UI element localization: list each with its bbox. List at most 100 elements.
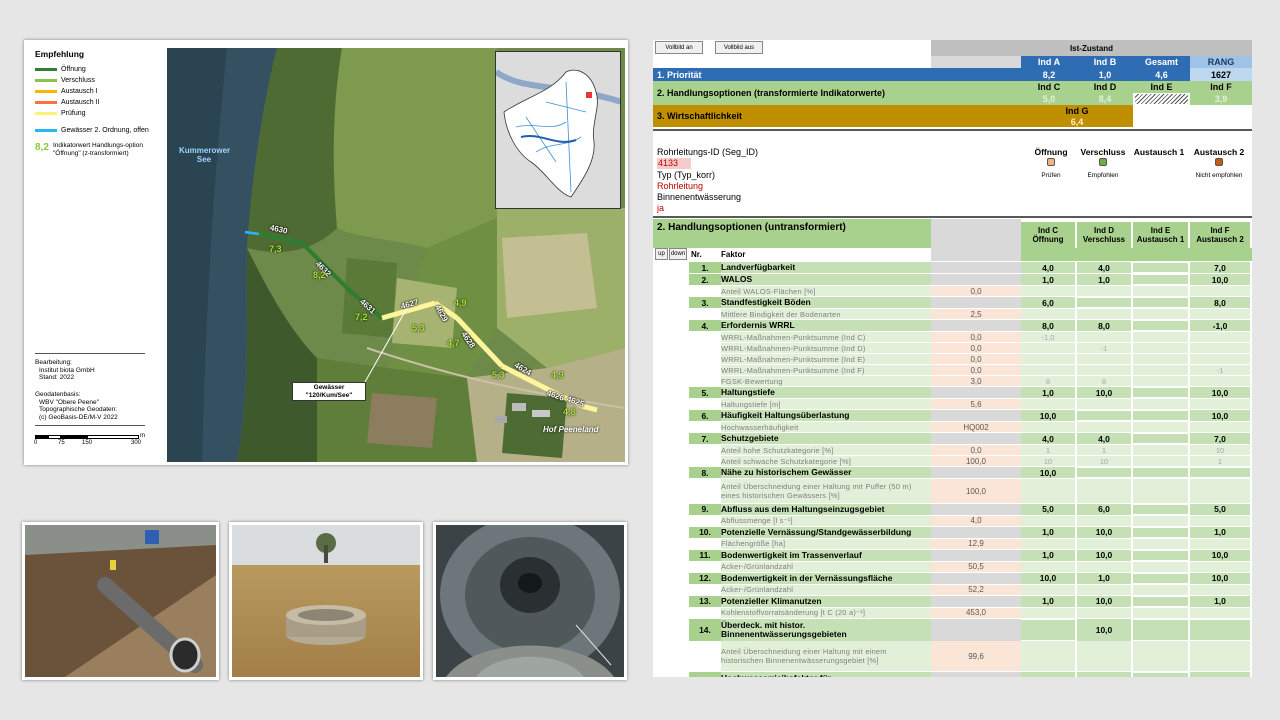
table-row[interactable]: WRRL-Maßnahmen-Punktsumme (Ind C) 0,0 -1,0 <box>653 332 1252 343</box>
table-row[interactable]: 8. Nähe zu historischem Gewässer 10,0 <box>653 467 1252 479</box>
row-faktor-name: Anteil Überschneidung einer Haltung mit … <box>721 482 912 500</box>
option-name: Austausch 1 <box>1133 147 1185 157</box>
table-row[interactable]: 6. Häufigkeit Haltungsüberlastung 10,0 10,0 <box>653 410 1252 422</box>
untrans-col-ind: Ind C <box>1038 226 1058 235</box>
untrans-col-ind: Ind E <box>1150 226 1171 235</box>
row-ind-c <box>1021 286 1075 297</box>
scale-segment <box>87 435 139 439</box>
table-row[interactable]: 12. Bodenwertigkeit in der Vernässungsflä… <box>653 572 1252 584</box>
legend-swatch <box>35 112 57 115</box>
row-faktor-name: WALOS <box>721 274 753 285</box>
row-value: 3,0 <box>931 376 1021 387</box>
table-row[interactable]: 3. Standfestigkeit Böden 6,0 8,0 <box>653 297 1252 309</box>
aerial-map[interactable]: Kummerower See Hof Peeneland 4630 7,3 46… <box>167 48 625 462</box>
row-value <box>931 618 1021 641</box>
row-ind-d <box>1077 538 1131 549</box>
typ-value: Rohrleitung <box>657 181 704 191</box>
row-ind-e <box>1133 445 1188 456</box>
row-ind-c <box>1021 399 1075 410</box>
table-row[interactable]: Anteil WALOS-Flächen [%] 0,0 <box>653 286 1252 297</box>
row-ind-d <box>1077 411 1131 421</box>
table-row[interactable]: Anteil Überschneidung einer Haltung mit … <box>653 479 1252 503</box>
untrans-col-name: Austausch 1 <box>1136 235 1185 244</box>
row-ind-c <box>1021 479 1075 503</box>
table-row[interactable]: Flächengröße [ha] 12,9 <box>653 538 1252 549</box>
table-row[interactable]: FGSK-Bewertung 3,0 8 8 <box>653 376 1252 387</box>
row-ind-c: 8 <box>1021 376 1075 387</box>
section-wirtschaftlichkeit-label: 3. Wirtschaftlichkeit <box>653 105 931 127</box>
table-row[interactable]: 2. WALOS 1,0 1,0 10,0 <box>653 274 1252 286</box>
row-ind-e <box>1133 321 1188 331</box>
col-header-ind-c: Ind C <box>1021 81 1077 93</box>
table-row[interactable]: 11. Bodenwertigkeit im Trassenverlauf 1,0 1… <box>653 549 1252 561</box>
row-ind-c <box>1021 309 1075 320</box>
table-row[interactable]: Haltungstiefe [m] 5,6 <box>653 399 1252 410</box>
row-faktor-name: Landverfügbarkeit <box>721 262 796 273</box>
table-row[interactable]: Anteil hohe Schutzkategorie [%] 0,0 1 1 10 <box>653 445 1252 456</box>
row-ind-d <box>1077 561 1131 572</box>
table-row[interactable]: Hochwasserhäufigkeit HQ002 <box>653 422 1252 433</box>
table-row[interactable]: Mittlere Bindigkeit der Bodenarten 2,5 <box>653 309 1252 320</box>
table-row[interactable]: 1. Landverfügbarkeit 4,0 4,0 7,0 <box>653 262 1252 274</box>
evaluation-sheet: Vollbild an Vollbild aus Ist-Zustand Ind… <box>653 40 1252 677</box>
row-faktor-name: Schutzgebiete <box>721 433 779 444</box>
row-ind-f <box>1190 343 1250 354</box>
table-row[interactable]: 14. Überdeck. mit histor. Binnenentwässer… <box>653 618 1252 641</box>
row-ind-d: 4,0 <box>1077 433 1131 445</box>
row-faktor-name: Potenzielle Vernässung/Standgewässerbild… <box>721 526 912 537</box>
row-ind-f: -1 <box>1190 365 1250 376</box>
row-faktor-name: Bodenwertigkeit im Trassenverlauf <box>721 549 862 560</box>
table-row[interactable]: 5. Haltungstiefe 1,0 10,0 10,0 <box>653 387 1252 399</box>
row-ind-d <box>1077 641 1131 672</box>
row-ind-e <box>1133 422 1188 433</box>
down-button[interactable]: down <box>669 248 687 260</box>
up-button[interactable]: up <box>655 248 668 260</box>
table-row[interactable]: WRRL-Maßnahmen-Punktsumme (Ind E) 0,0 <box>653 354 1252 365</box>
handlung-t-ind-e <box>1135 94 1188 104</box>
untrans-col-name: Öffnung <box>1032 235 1064 244</box>
row-ind-c <box>1021 365 1075 376</box>
row-ind-c: 10,0 <box>1021 671 1075 677</box>
table-row[interactable]: WRRL-Maßnahmen-Punktsumme (Ind D) 0,0 -1 <box>653 343 1252 354</box>
row-ind-f: 8,0 <box>1190 297 1250 309</box>
row-ind-f: 7,0 <box>1190 433 1250 445</box>
row-ind-c: -1,0 <box>1021 332 1075 343</box>
untrans-col-name: Austausch 2 <box>1196 235 1244 244</box>
table-row[interactable]: Abflussmenge [l s⁻¹] 4,0 <box>653 515 1252 526</box>
table-row[interactable]: Acker-/Grünlandzahl 52,2 <box>653 584 1252 595</box>
vollbild-aus-button[interactable]: Vollbild aus <box>715 41 763 54</box>
table-row[interactable]: 7. Schutzgebiete 4,0 4,0 7,0 <box>653 433 1252 445</box>
section-spacer <box>931 81 1021 105</box>
row-ind-f: 10 <box>1190 445 1250 456</box>
table-row[interactable]: Kohlenstoffvorratsänderung [t C (20 a)⁻¹… <box>653 607 1252 618</box>
untrans-col-header: Ind C Öffnung <box>1021 222 1075 248</box>
table-row[interactable]: 15.Hochwasserrisikofaktor für Binnenentw… <box>653 671 1252 677</box>
row-faktor-name: Haltungstiefe [m] <box>721 399 781 409</box>
row-faktor-name: Standfestigkeit Böden <box>721 297 811 308</box>
row-value: 99,6 <box>931 641 1021 672</box>
table-row[interactable]: Anteil schwache Schutzkategorie [%] 100,0… <box>653 456 1252 467</box>
row-ind-d <box>1077 309 1131 320</box>
legend-swatch <box>35 79 57 82</box>
row-ind-d: 1,0 <box>1077 274 1131 286</box>
section-spacer <box>931 105 1021 127</box>
row-ind-e <box>1133 411 1188 421</box>
scale-label: 150 <box>82 440 93 446</box>
table-row[interactable]: Anteil Überschneidung einer Haltung mit … <box>653 641 1252 672</box>
table-row[interactable]: 13. Potenzieller Klimanutzen 1,0 10,0 1,0 <box>653 595 1252 607</box>
table-row[interactable]: Acker-/Grünlandzahl 50,5 <box>653 561 1252 572</box>
table-row[interactable]: 9. Abfluss aus dem Haltungseinzugsgebiet 5… <box>653 503 1252 515</box>
col-header-ind-g: Ind G <box>1021 105 1133 116</box>
col-header-gesamt: Gesamt <box>1133 56 1190 68</box>
table-row[interactable]: 10. Potenzielle Vernässung/Standgewässerb… <box>653 526 1252 538</box>
row-faktor-name: Abfluss aus dem Haltungseinzugsgebiet <box>721 503 885 514</box>
row-value: 4,0 <box>931 515 1021 526</box>
row-ind-e <box>1133 298 1188 308</box>
segment-indicator-label: 8,2 <box>313 270 326 280</box>
row-ind-f: 10,0 <box>1190 671 1250 677</box>
section-prioritaet-label: 1. Priorität <box>653 68 931 81</box>
row-number: 6. <box>689 410 721 422</box>
vollbild-an-button[interactable]: Vollbild an <box>655 41 703 54</box>
table-row[interactable]: WRRL-Maßnahmen-Punktsumme (Ind F) 0,0 -1 <box>653 365 1252 376</box>
table-row[interactable]: 4. Erfordernis WRRL 8,0 8,0 -1,0 <box>653 320 1252 332</box>
